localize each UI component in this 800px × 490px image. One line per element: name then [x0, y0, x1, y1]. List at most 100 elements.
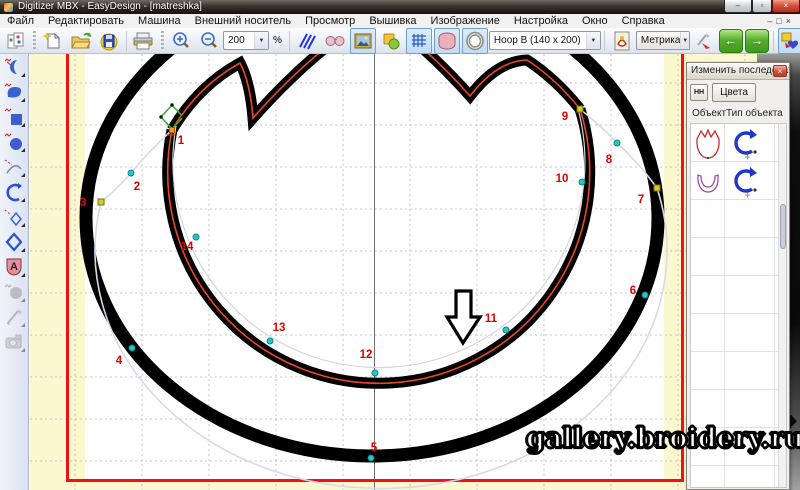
close-button[interactable]: ×	[772, 0, 800, 13]
show-hoop-icon[interactable]	[434, 28, 460, 54]
zoom-level-value: 200	[228, 35, 245, 46]
object-colors-icon[interactable]	[778, 28, 800, 54]
design-point[interactable]	[614, 140, 620, 146]
design-point[interactable]	[128, 170, 134, 176]
menu-machine[interactable]: Машина	[131, 14, 188, 28]
units-select-value: Метрика	[641, 35, 681, 46]
object-row-2-runstitch-icon[interactable]	[728, 165, 760, 198]
grid-toggle-icon[interactable]	[406, 28, 432, 54]
point-number-label: 5	[371, 442, 378, 454]
punch-square-tool[interactable]	[0, 104, 27, 129]
colors-button[interactable]: Цвета	[712, 83, 756, 102]
menu-image[interactable]: Изображение	[424, 14, 507, 28]
point-number-label: 14	[181, 241, 194, 253]
app-icon	[4, 3, 13, 12]
main-toolbar: 200 ▼ % Hoop B (140 x 200) ▼	[0, 28, 800, 54]
design-thumbnail-icon[interactable]	[609, 28, 635, 54]
open-design-icon[interactable]	[68, 28, 94, 54]
menu-settings[interactable]: Настройка	[507, 14, 575, 28]
toolbar-grip[interactable]	[161, 31, 164, 51]
menu-embroidery[interactable]: Вышивка	[362, 14, 423, 28]
photo-tool-disabled	[0, 329, 27, 354]
design-corner-point[interactable]	[577, 106, 583, 112]
punch-open-curve-tool[interactable]	[0, 154, 27, 179]
hoop-ring-icon[interactable]	[462, 28, 488, 54]
closed-curve-tool[interactable]	[0, 179, 27, 204]
menu-external-media[interactable]: Внешний носитель	[188, 14, 298, 28]
menu-window[interactable]: Окно	[575, 14, 615, 28]
undo-arrow-icon[interactable]: ←	[719, 29, 743, 53]
design-point[interactable]	[372, 370, 378, 376]
pen-tool-disabled	[0, 304, 27, 329]
point-number-label: 7	[638, 194, 644, 206]
point-number-label: 11	[485, 313, 498, 325]
units-select[interactable]: Метрика ▼	[636, 31, 690, 50]
menu-file[interactable]: Файл	[0, 14, 41, 28]
closed-diamond-tool[interactable]	[0, 229, 27, 254]
point-number-label: 12	[360, 349, 373, 361]
zoom-level-combo[interactable]: 200 ▼	[223, 31, 269, 50]
chevron-down-icon[interactable]: ▼	[254, 32, 268, 49]
design-point[interactable]	[579, 179, 585, 185]
monogram-lettering-tool[interactable]: A	[0, 254, 27, 279]
object-row-2-crescent-icon[interactable]	[694, 167, 722, 195]
color-film-icon[interactable]	[3, 28, 29, 54]
gallery-watermark: gallery.broidery.ru	[526, 423, 800, 454]
point-number-label: 1	[178, 135, 185, 147]
svg-text:A: A	[10, 261, 18, 273]
application-window: Digitizer MBX - EasyDesign - [matreshka]…	[0, 0, 800, 490]
trueview-icon[interactable]	[322, 28, 348, 54]
reorder-button[interactable]: НН	[690, 84, 708, 101]
point-number-label: 13	[273, 322, 286, 334]
stitch-view-icon[interactable]	[294, 28, 320, 54]
point-number-label: 9	[562, 111, 568, 123]
punch-ball-tool-disabled	[0, 279, 27, 304]
pointer-punch-icon[interactable]	[691, 28, 717, 54]
design-point[interactable]	[129, 345, 135, 351]
minimize-button[interactable]: –	[724, 0, 752, 13]
menu-bar: Файл Редактировать Машина Внешний носите…	[0, 14, 800, 29]
design-corner-point[interactable]	[98, 199, 104, 205]
point-number-label: 4	[116, 355, 123, 367]
design-point[interactable]	[503, 327, 509, 333]
point-number-label: 2	[134, 181, 140, 193]
design-point[interactable]	[642, 292, 648, 298]
object-row-1-crown-icon[interactable]	[693, 127, 723, 160]
point-number-label: 8	[606, 154, 613, 166]
hoop-select[interactable]: Hoop B (140 x 200) ▼	[489, 31, 601, 50]
zoom-out-icon[interactable]	[196, 28, 222, 54]
save-design-icon[interactable]	[96, 28, 122, 54]
chevron-down-icon[interactable]: ▼	[680, 32, 688, 49]
show-image-icon[interactable]	[350, 28, 376, 54]
percent-label: %	[273, 35, 282, 46]
title-bar: Digitizer MBX - EasyDesign - [matreshka]…	[0, 0, 800, 14]
punch-outline-diamond-tool[interactable]	[0, 204, 27, 229]
object-row-1-runstitch-icon[interactable]	[728, 127, 760, 160]
zoom-in-icon[interactable]	[168, 28, 194, 54]
point-number-label: 10	[556, 173, 569, 185]
show-objects-icon[interactable]	[378, 28, 404, 54]
punch-blob-tool[interactable]	[0, 79, 27, 104]
column-header-object: Объект	[692, 108, 726, 119]
design-corner-point[interactable]	[654, 185, 660, 191]
point-number-label: 6	[630, 285, 636, 297]
print-icon[interactable]	[131, 28, 157, 54]
mdi-window-controls[interactable]: –□×	[767, 14, 795, 28]
menu-edit[interactable]: Редактировать	[41, 14, 131, 28]
menu-help[interactable]: Справка	[615, 14, 672, 28]
panel-scrollbar-thumb[interactable]	[780, 204, 786, 249]
toolbar-grip[interactable]	[33, 31, 36, 51]
maximize-button[interactable]: ▫	[752, 0, 772, 13]
design-point[interactable]	[267, 338, 273, 344]
chevron-down-icon[interactable]: ▼	[586, 32, 600, 49]
digitizing-toolbox: A	[0, 54, 29, 490]
redo-arrow-icon[interactable]: →	[745, 29, 769, 53]
menu-view[interactable]: Просмотр	[298, 14, 362, 28]
panel-close-icon[interactable]: ×	[773, 65, 787, 77]
punch-circle-tool[interactable]	[0, 129, 27, 154]
punch-crescent-tool[interactable]	[0, 54, 27, 79]
new-design-icon[interactable]	[40, 28, 66, 54]
window-title: Digitizer MBX - EasyDesign - [matreshka]	[18, 0, 202, 14]
design-point[interactable]	[368, 455, 374, 461]
design-point[interactable]	[193, 234, 199, 240]
